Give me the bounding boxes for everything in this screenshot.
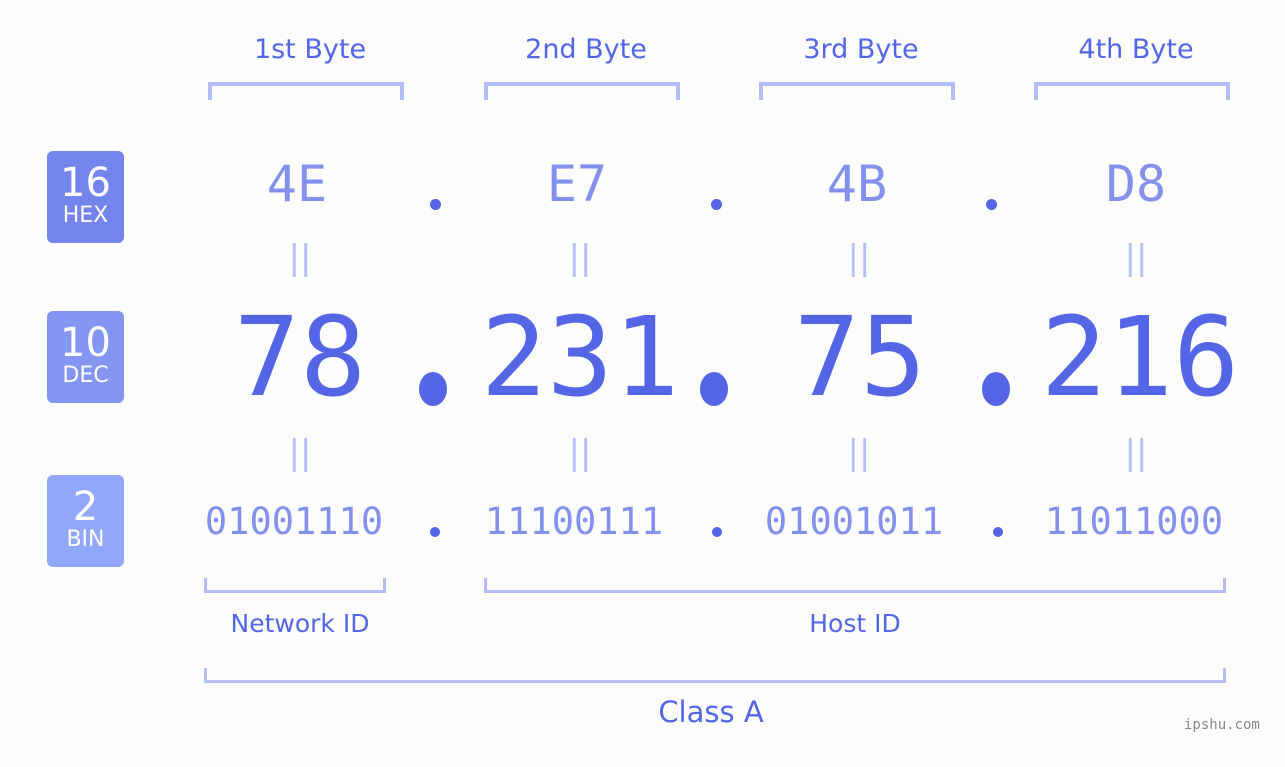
- dec-separator-2: [700, 372, 728, 406]
- equals-dec-bin-3: ||: [847, 433, 871, 473]
- hex-badge: 16 HEX: [47, 151, 124, 243]
- byte-bracket-1: [208, 82, 404, 100]
- bin-separator-1: [430, 527, 440, 537]
- byte-header-4: 4th Byte: [1078, 34, 1194, 65]
- dec-byte-2: 231: [480, 293, 680, 421]
- bin-badge: 2 BIN: [47, 475, 124, 567]
- equals-dec-bin-2: ||: [568, 433, 592, 473]
- network-id-bracket: [204, 578, 386, 593]
- watermark: ipshu.com: [1184, 717, 1260, 733]
- bin-byte-4: 11011000: [1044, 500, 1224, 543]
- hex-byte-1: 4E: [266, 155, 328, 213]
- dec-badge: 10 DEC: [47, 311, 124, 403]
- byte-header-3: 3rd Byte: [803, 34, 919, 65]
- host-id-bracket: [484, 578, 1226, 593]
- hex-byte-3: 4B: [826, 155, 888, 213]
- dec-separator-1: [419, 372, 447, 406]
- hex-badge-number: 16: [60, 160, 111, 206]
- hex-byte-2: E7: [546, 155, 608, 213]
- equals-hex-dec-1: ||: [288, 238, 312, 278]
- byte-bracket-2: [484, 82, 680, 100]
- bin-byte-1: 01001110: [204, 500, 384, 543]
- dec-separator-3: [982, 372, 1010, 406]
- bin-byte-2: 11100111: [484, 500, 664, 543]
- hex-byte-4: D8: [1105, 155, 1167, 213]
- hex-separator-3: [986, 199, 997, 210]
- bin-separator-3: [993, 527, 1003, 537]
- dec-byte-3: 75: [793, 293, 927, 421]
- bin-badge-name: BIN: [66, 527, 105, 552]
- class-label: Class A: [658, 695, 764, 729]
- host-id-label: Host ID: [809, 609, 901, 638]
- byte-bracket-3: [759, 82, 955, 100]
- byte-header-2: 2nd Byte: [525, 34, 647, 65]
- byte-header-1: 1st Byte: [253, 34, 367, 65]
- dec-byte-4: 216: [1040, 293, 1240, 421]
- hex-separator-1: [430, 199, 441, 210]
- dec-badge-number: 10: [60, 320, 111, 366]
- dec-byte-1: 78: [233, 293, 367, 421]
- equals-hex-dec-2: ||: [568, 238, 592, 278]
- bin-byte-3: 01001011: [764, 500, 944, 543]
- bin-badge-number: 2: [72, 484, 99, 530]
- equals-hex-dec-3: ||: [847, 238, 871, 278]
- equals-dec-bin-4: ||: [1124, 433, 1148, 473]
- byte-bracket-4: [1034, 82, 1230, 100]
- network-id-label: Network ID: [230, 609, 370, 638]
- class-bracket: [204, 668, 1226, 683]
- equals-dec-bin-1: ||: [288, 433, 312, 473]
- dec-badge-name: DEC: [62, 363, 109, 388]
- hex-badge-name: HEX: [62, 203, 109, 228]
- bin-separator-2: [712, 527, 722, 537]
- equals-hex-dec-4: ||: [1124, 238, 1148, 278]
- hex-separator-2: [711, 199, 722, 210]
